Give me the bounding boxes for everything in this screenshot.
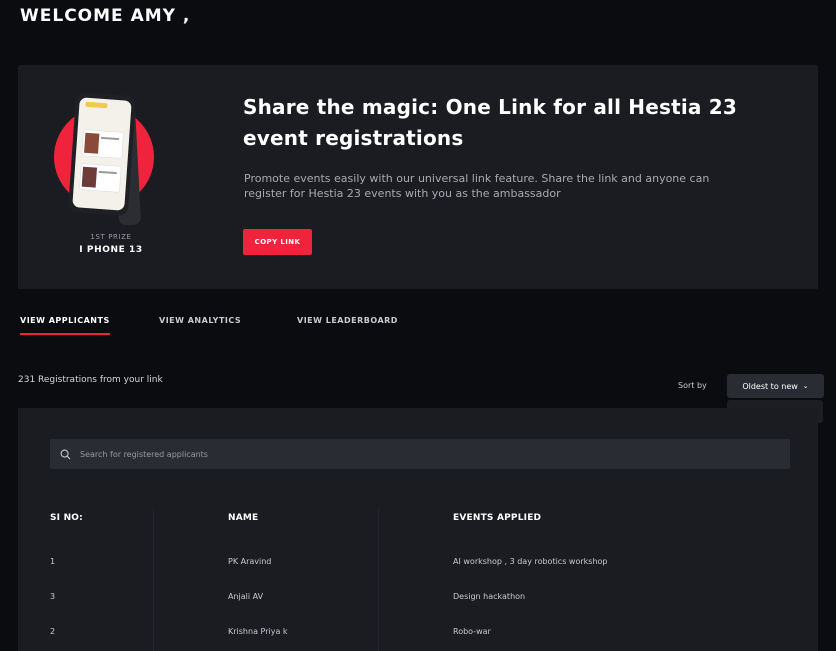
cell-si-no: 1	[50, 557, 56, 566]
search-icon	[60, 449, 71, 459]
tab-view-analytics[interactable]: VIEW ANALYTICS	[159, 316, 241, 333]
cell-events: Design hackathon	[453, 592, 526, 601]
sort-dropdown[interactable]: Oldest to new ⌄	[727, 374, 824, 398]
cell-events: Robo-war	[453, 627, 491, 636]
column-divider	[378, 508, 379, 651]
sort-label: Sort by	[678, 381, 707, 390]
copy-link-button[interactable]: COPY LINK	[243, 229, 312, 255]
chevron-down-icon: ⌄	[802, 382, 809, 390]
welcome-heading: WELCOME AMY ,	[20, 6, 191, 26]
banner-title: Share the magic: One Link for all Hestia…	[243, 95, 738, 150]
sort-selected-value: Oldest to new	[742, 381, 798, 391]
search-bar	[50, 439, 790, 469]
share-link-banner: 1ST PRIZE I PHONE 13 Share the magic: On…	[18, 65, 818, 289]
cell-si-no: 2	[50, 627, 56, 636]
banner-description: Promote events easily with our universal…	[244, 172, 710, 200]
applicants-panel: SI NO: NAME EVENTS APPLIED 1 PK Aravind …	[18, 408, 818, 651]
cell-name: Krishna Priya k	[228, 627, 288, 636]
search-input[interactable]	[80, 449, 730, 459]
header-events-applied: EVENTS APPLIED	[453, 513, 542, 523]
prize-name: I PHONE 13	[79, 245, 143, 255]
cell-events: AI workshop , 3 day robotics workshop	[453, 557, 608, 566]
cell-name: PK Aravind	[228, 557, 272, 566]
iphone-prize-image	[52, 91, 170, 229]
cell-si-no: 3	[50, 592, 56, 601]
column-divider	[153, 508, 154, 651]
tab-view-leaderboard[interactable]: VIEW LEADERBOARD	[297, 316, 398, 333]
cell-name: Anjali AV	[228, 592, 264, 601]
tab-view-applicants[interactable]: VIEW APPLICANTS	[20, 316, 110, 335]
header-si-no: SI NO:	[50, 513, 83, 523]
header-name: NAME	[228, 513, 259, 523]
registration-count: 231 Registrations from your link	[18, 375, 163, 385]
view-tabs: VIEW APPLICANTS VIEW ANALYTICS VIEW LEAD…	[20, 316, 420, 338]
prize-rank: 1ST PRIZE	[90, 233, 132, 241]
